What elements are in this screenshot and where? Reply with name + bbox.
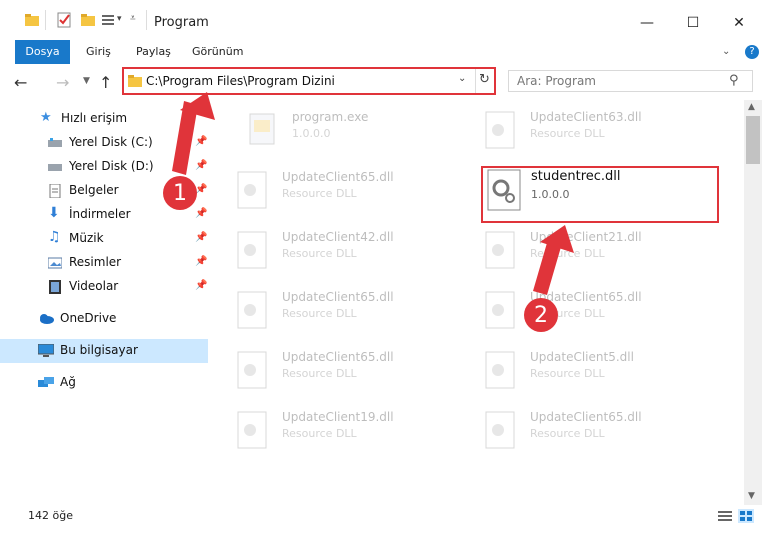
details-view-icon[interactable] xyxy=(718,510,732,522)
scrollbar-thumb[interactable] xyxy=(746,116,760,164)
status-bar xyxy=(0,505,769,529)
scroll-down-icon[interactable]: ▼ xyxy=(748,491,755,501)
scroll-up-icon[interactable]: ▲ xyxy=(748,102,755,112)
step-2-badge: 2 xyxy=(524,298,558,332)
step-1-badge: 1 xyxy=(163,176,197,210)
item-count: 142 öğe xyxy=(28,509,73,522)
large-icons-view-icon[interactable] xyxy=(738,509,754,523)
annotation-arrows xyxy=(172,92,574,295)
